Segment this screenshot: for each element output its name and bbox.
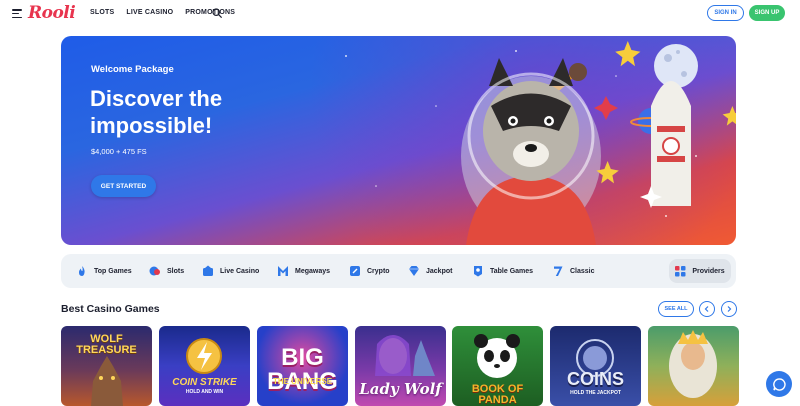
game-tile-lady-wolf[interactable]: Lady Wolf (355, 326, 446, 406)
get-started-button[interactable]: GET STARTED (91, 175, 156, 197)
sign-in-button[interactable]: SIGN IN (707, 5, 744, 21)
game-title: BOOK OF PANDA (471, 383, 524, 406)
see-all-button[interactable]: SEE ALL (658, 301, 694, 317)
category-top-games[interactable]: Top Games (76, 263, 132, 279)
category-bar: Top Games Slots Live Casino Megaways Cry… (61, 254, 736, 288)
category-label: Jackpot (426, 267, 453, 275)
category-crypto[interactable]: Crypto (349, 263, 390, 279)
category-live-casino[interactable]: Live Casino (202, 263, 259, 279)
hero-subtitle: Welcome Package (91, 64, 174, 75)
seven-icon (554, 266, 563, 276)
game-tile-zeus[interactable] (648, 326, 739, 406)
game-art (669, 330, 717, 398)
search-icon[interactable] (212, 8, 222, 18)
game-tile-coin-strike[interactable]: COIN STRIKE HOLD AND WIN (159, 326, 250, 406)
logo[interactable]: Rooli (28, 3, 76, 23)
providers-label: Providers (692, 267, 725, 275)
section-title: Best Casino Games (61, 303, 160, 315)
category-label: Classic (570, 267, 595, 275)
game-subtitle: HOLD THE JACKPOT (570, 390, 621, 396)
category-label: Table Games (490, 267, 534, 275)
game-title: Lady Wolf (359, 380, 442, 398)
game-tile-book-of-panda[interactable]: BOOK OF PANDA (452, 326, 543, 406)
crypto-icon (350, 266, 360, 276)
category-label: Slots (167, 267, 185, 275)
providers-icon (675, 265, 686, 276)
chat-icon (772, 377, 786, 391)
table-games-icon (474, 266, 482, 277)
carousel-next-button[interactable] (721, 301, 737, 317)
game-title: BIG BANG (267, 344, 338, 395)
category-slots[interactable]: Slots (149, 263, 184, 279)
sign-up-button[interactable]: SIGN UP (749, 5, 785, 21)
hero-illustration (345, 41, 736, 245)
chevron-left-icon (704, 306, 709, 312)
game-subtitle: HOLD AND WIN (185, 389, 224, 395)
game-tile-coins[interactable]: COINS HOLD THE JACKPOT (550, 326, 641, 406)
category-table-games[interactable]: Table Games (472, 263, 533, 279)
category-label: Live Casino (220, 267, 260, 275)
nav-slots[interactable]: SLOTS (90, 9, 114, 16)
megaways-icon (278, 266, 288, 276)
category-label: Top Games (94, 267, 132, 275)
category-jackpot[interactable]: Jackpot (408, 263, 452, 279)
hero-title: Discover the impossible! (90, 86, 223, 138)
category-classic[interactable]: Classic (552, 263, 595, 279)
game-title: COINS (566, 369, 624, 389)
top-bar: Rooli SLOTS LIVE CASINO PROMOTIONS SIGN … (0, 0, 800, 28)
nav-live-casino[interactable]: LIVE CASINO (126, 9, 173, 16)
game-art (91, 356, 123, 406)
nav-promotions[interactable]: PROMOTIONS (185, 9, 235, 16)
fire-icon (79, 266, 85, 276)
game-tile-big-bang[interactable]: BIG BANG THE UNIVERSE (257, 326, 348, 406)
slot-icon (149, 266, 160, 276)
menu-icon[interactable] (12, 9, 22, 18)
chat-button[interactable] (766, 371, 792, 397)
live-casino-icon (203, 265, 213, 276)
hero-bonus-amount: $4,000 + 475 FS (91, 147, 147, 156)
game-subtitle: THE UNIVERSE (272, 377, 333, 386)
game-tile-wolf-treasure[interactable]: WOLF TREASURE (61, 326, 152, 406)
diamond-icon (409, 266, 419, 276)
chevron-right-icon (727, 306, 732, 312)
category-label: Crypto (367, 267, 390, 275)
game-title: COIN STRIKE (172, 377, 237, 388)
category-label: Megaways (295, 267, 331, 275)
hero-banner: Welcome Package Discover the impossible!… (61, 36, 736, 245)
providers-button[interactable]: Providers (669, 259, 731, 283)
category-megaways[interactable]: Megaways (277, 263, 330, 279)
carousel-prev-button[interactable] (699, 301, 715, 317)
